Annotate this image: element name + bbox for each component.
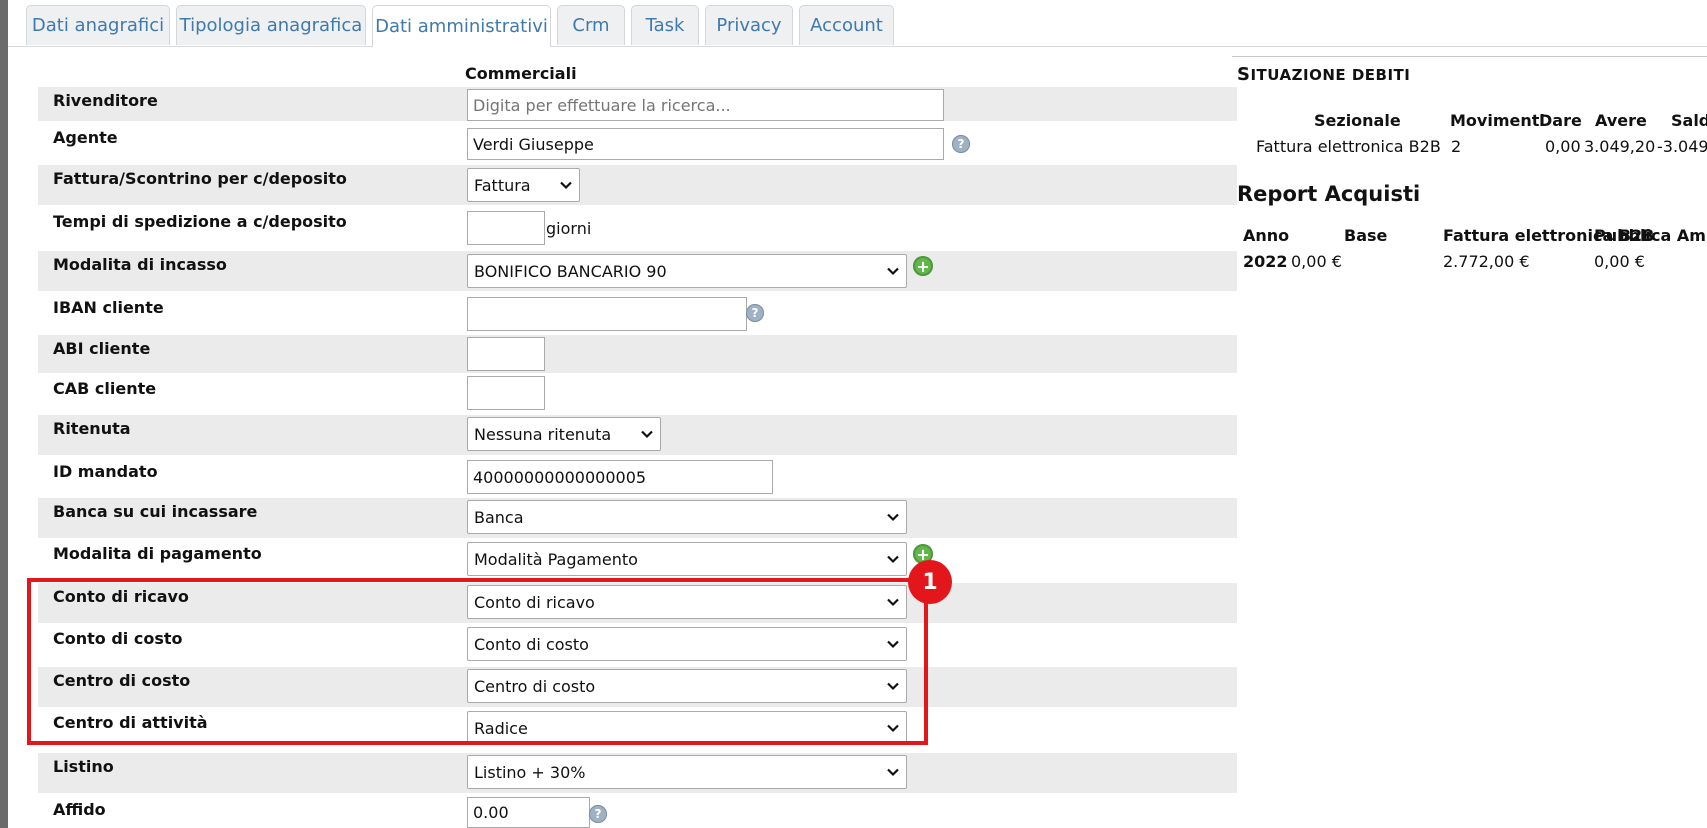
fattura-select[interactable]: Fattura	[467, 168, 580, 202]
step-badge: 1	[908, 560, 952, 604]
iban-input[interactable]	[467, 297, 747, 331]
report-header-anno: Anno	[1243, 226, 1290, 245]
affido-input[interactable]	[467, 797, 590, 828]
report-cell-b2b: 2.772,00 €	[1443, 252, 1530, 271]
pagamento-select[interactable]: Modalità Pagamento	[467, 542, 907, 576]
pagamento-select-value: Modalità Pagamento	[474, 549, 638, 569]
banca-select[interactable]: Banca	[467, 500, 907, 534]
listino-select[interactable]: Listino + 30%	[467, 755, 907, 789]
debiti-header-movimenti: Movimenti	[1450, 111, 1545, 130]
divider	[1232, 56, 1707, 57]
debiti-header-sezionale: Sezionale	[1314, 111, 1401, 130]
chevron-down-icon	[560, 181, 572, 190]
report-header-pa: Pubblica Amm	[1594, 226, 1707, 245]
debiti-title: SITUAZIONE DEBITI	[1237, 64, 1410, 85]
mandato-input[interactable]	[467, 460, 773, 494]
banca-select-value: Banca	[474, 507, 524, 527]
debiti-cell-dare: 0,00	[1545, 137, 1581, 156]
section-title: Commerciali	[465, 64, 577, 83]
ritenuta-select[interactable]: Nessuna ritenuta	[467, 417, 661, 451]
chevron-down-icon	[887, 768, 899, 777]
ritenuta-label: Ritenuta	[53, 419, 131, 438]
fattura-select-value: Fattura	[474, 175, 531, 195]
iban-label: IBAN cliente	[53, 298, 164, 317]
row-tempi: Tempi di spedizione a c/deposito	[38, 208, 1237, 248]
listino-select-value: Listino + 30%	[474, 762, 586, 782]
report-cell-pa: 0,00 €	[1594, 252, 1645, 271]
agente-input[interactable]	[467, 128, 944, 160]
agente-help-icon[interactable]: ?	[952, 135, 970, 153]
rivenditore-input[interactable]	[467, 89, 944, 121]
debiti-cell-movimenti: 2	[1451, 137, 1462, 156]
debiti-header-saldo: Sald	[1671, 111, 1707, 130]
cab-label: CAB cliente	[53, 379, 157, 398]
tab-bar: Dati anagrafici Tipologia anagrafica Dat…	[8, 0, 1707, 47]
incasso-label: Modalita di incasso	[53, 255, 227, 274]
row-fattura: Fattura/Scontrino per c/deposito	[38, 165, 1237, 205]
cab-input[interactable]	[467, 376, 545, 410]
incasso-select-value: BONIFICO BANCARIO 90	[474, 261, 667, 281]
affido-label: Affido	[53, 800, 106, 819]
tab-tipologia-anagrafica[interactable]: Tipologia anagrafica	[176, 5, 366, 45]
fattura-label: Fattura/Scontrino per c/deposito	[53, 169, 347, 188]
tab-crm[interactable]: Crm	[557, 5, 625, 45]
tempi-suffix: giorni	[546, 219, 592, 238]
tempi-input[interactable]	[467, 211, 545, 245]
add-incasso-icon[interactable]: +	[913, 256, 933, 276]
tab-privacy[interactable]: Privacy	[705, 5, 793, 45]
iban-help-icon[interactable]: ?	[746, 304, 764, 322]
tab-task[interactable]: Task	[631, 5, 699, 45]
ritenuta-select-value: Nessuna ritenuta	[474, 424, 612, 444]
tab-dati-amministrativi[interactable]: Dati amministrativi	[372, 5, 551, 47]
row-cab: CAB cliente	[38, 375, 1237, 413]
mandato-label: ID mandato	[53, 462, 158, 481]
report-cell-anno: 2022	[1243, 252, 1288, 271]
listino-label: Listino	[53, 757, 114, 776]
row-abi: ABI cliente	[38, 335, 1237, 373]
chevron-down-icon	[887, 267, 899, 276]
abi-label: ABI cliente	[53, 339, 151, 358]
affido-help-icon[interactable]: ?	[589, 805, 607, 823]
report-cell-base: 0,00 €	[1291, 252, 1342, 271]
report-title: Report Acquisti	[1237, 182, 1421, 206]
highlight-box	[27, 578, 928, 745]
debiti-cell-avere: 3.049,20	[1584, 137, 1656, 156]
debiti-header-avere: Avere	[1595, 111, 1647, 130]
chevron-down-icon	[887, 513, 899, 522]
chevron-down-icon	[641, 430, 653, 439]
window-edge	[0, 0, 8, 828]
tempi-label: Tempi di spedizione a c/deposito	[53, 212, 347, 231]
debiti-title-rest: ITUAZIONE DEBITI	[1250, 66, 1411, 84]
debiti-header-dare: Dare	[1539, 111, 1582, 130]
debiti-title-initial: S	[1237, 64, 1251, 85]
agente-label: Agente	[53, 128, 118, 147]
tab-dati-anagrafici[interactable]: Dati anagrafici	[26, 5, 170, 45]
chevron-down-icon	[887, 555, 899, 564]
banca-label: Banca su cui incassare	[53, 502, 258, 521]
debiti-cell-sezionale: Fattura elettronica B2B	[1256, 137, 1441, 156]
row-affido: Affido	[38, 796, 1237, 828]
pagamento-label: Modalita di pagamento	[53, 544, 262, 563]
tab-account[interactable]: Account	[799, 5, 894, 45]
rivenditore-label: Rivenditore	[53, 91, 158, 110]
report-header-base: Base	[1344, 226, 1388, 245]
debiti-cell-saldo: -3.049	[1657, 137, 1707, 156]
abi-input[interactable]	[467, 337, 545, 371]
incasso-select[interactable]: BONIFICO BANCARIO 90	[467, 254, 907, 288]
